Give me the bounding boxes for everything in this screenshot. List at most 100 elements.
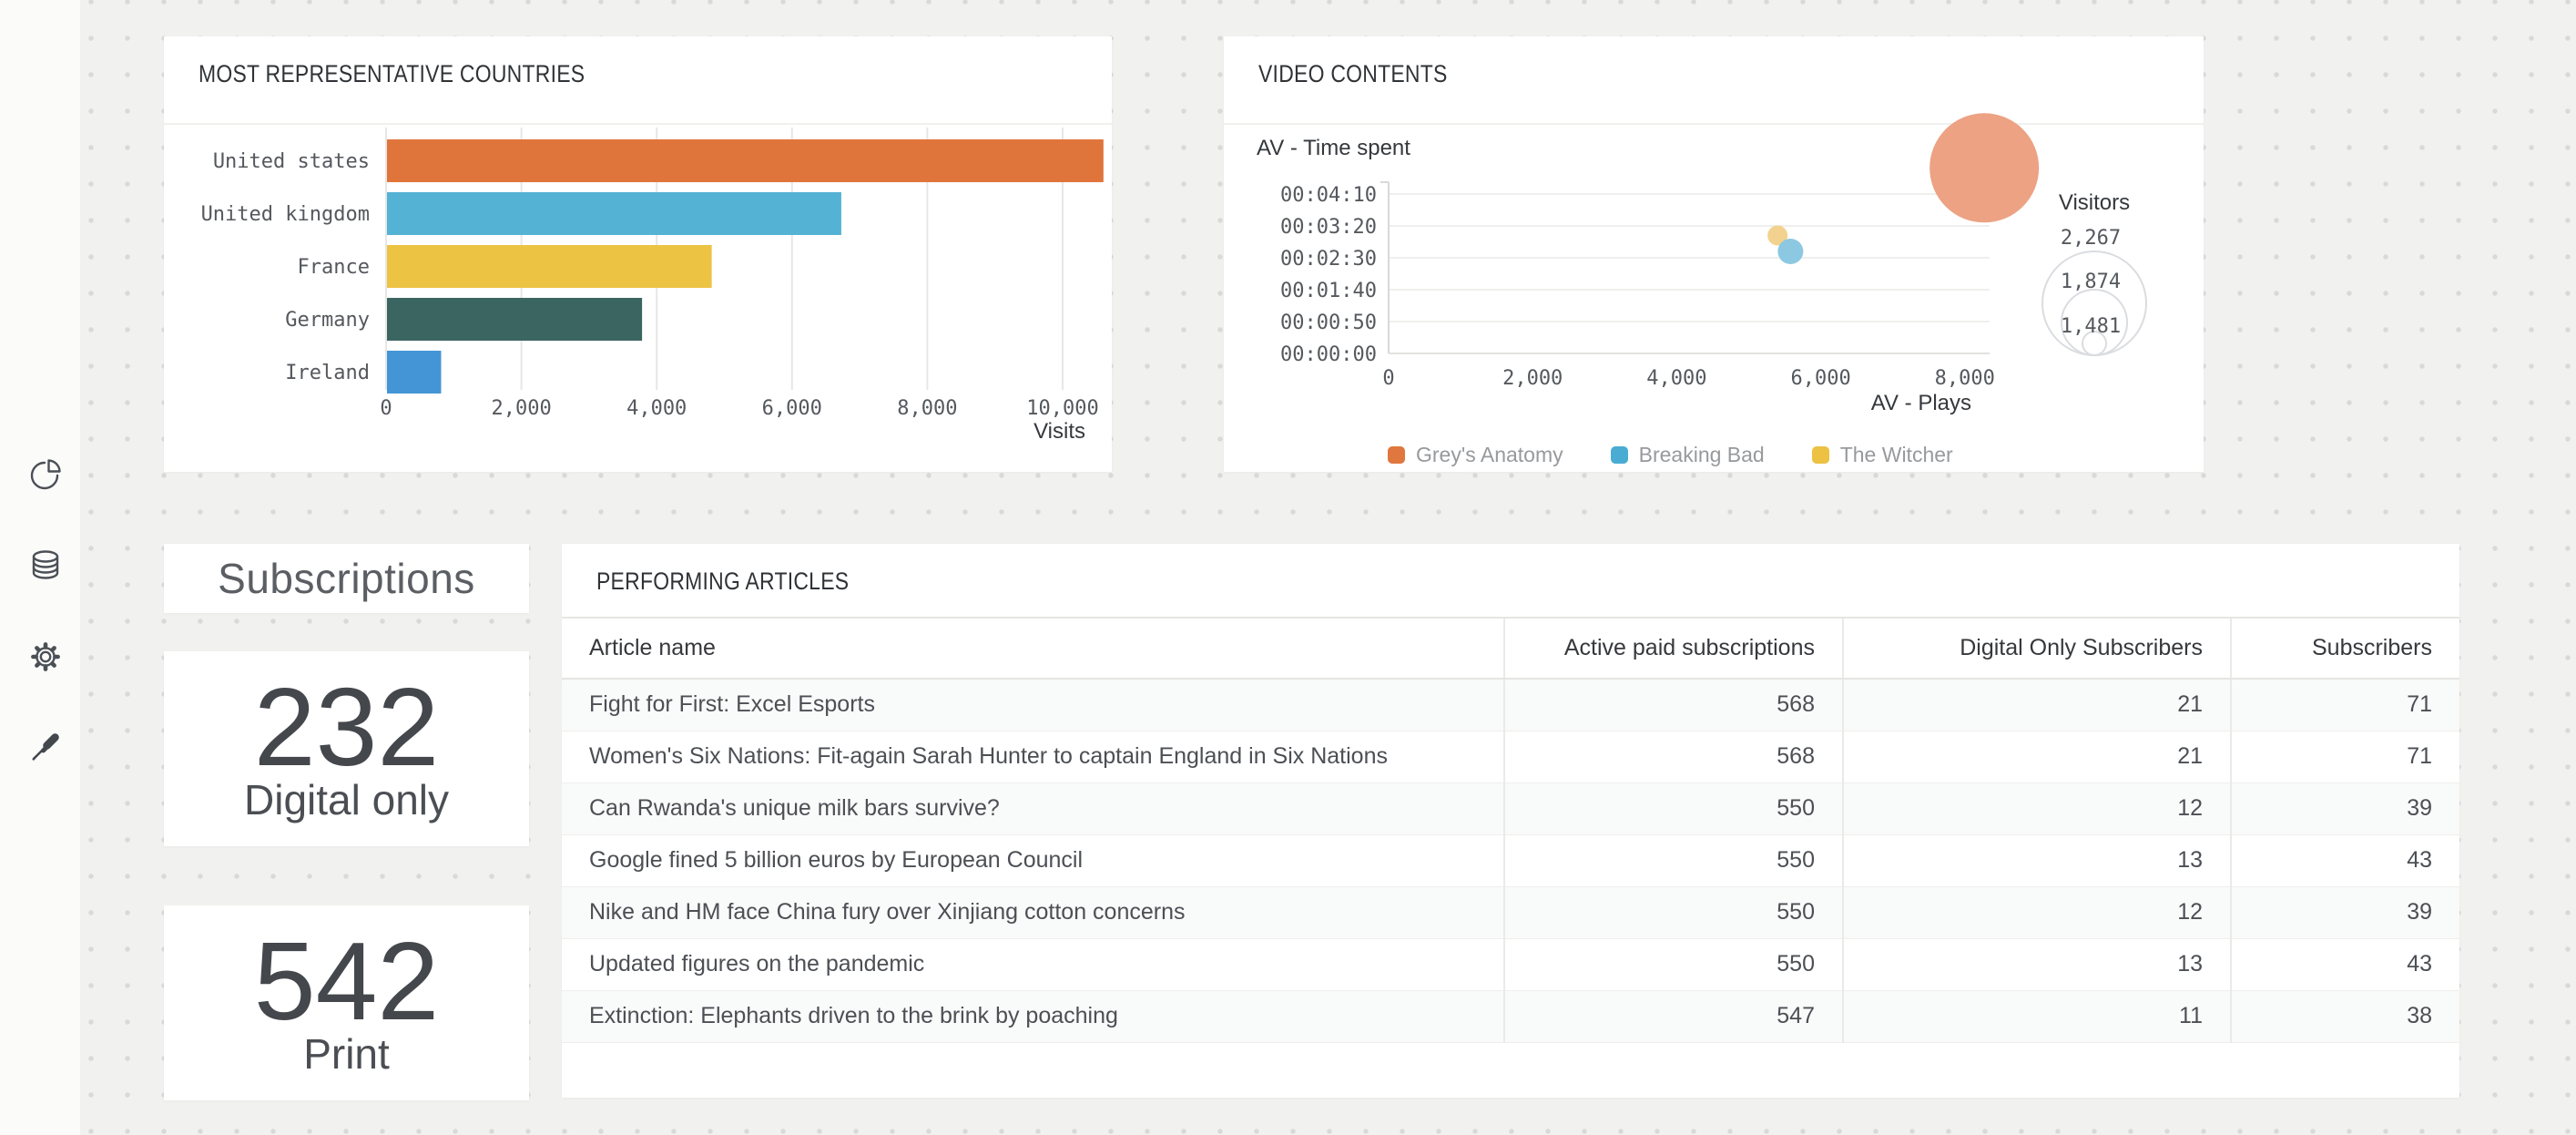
bar-x-tick-label: 0	[380, 397, 392, 420]
table-row: Can Rwanda's unique milk bars survive?55…	[562, 782, 2459, 834]
value-cell: 43	[2231, 834, 2459, 886]
bar-category-label: France	[298, 256, 370, 279]
column-header-digital-only-subscribers: Digital Only Subscribers	[1843, 618, 2231, 679]
bubble-y-tick-label: 00:01:40	[1280, 280, 1377, 302]
bubble-y-tick-label: 00:02:30	[1280, 248, 1377, 271]
bubble-grey-s-anatomy	[1929, 113, 2039, 222]
sidebar	[0, 0, 80, 1135]
value-cell: 39	[2231, 886, 2459, 938]
subscriptions-title-card: Subscriptions	[164, 544, 529, 613]
digital-only-label: Digital only	[244, 778, 449, 822]
bar-ireland	[387, 351, 441, 394]
digital-only-stat-card: 232 Digital only	[164, 651, 529, 846]
legend-swatch-icon	[1388, 446, 1405, 464]
value-cell: 550	[1504, 938, 1843, 990]
column-header-article-name: Article name	[562, 618, 1504, 679]
performing-articles-panel: PERFORMING ARTICLES Article nameActive p…	[562, 544, 2459, 1098]
size-legend-value: 1,874	[2061, 271, 2121, 293]
value-cell: 13	[1843, 834, 2231, 886]
value-cell: 568	[1504, 679, 1843, 731]
print-label: Print	[303, 1032, 390, 1076]
bubble-x-axis-title: AV - Plays	[1871, 391, 1971, 415]
database-icon	[28, 548, 63, 583]
value-cell: 71	[2231, 731, 2459, 782]
article-name-cell: Women's Six Nations: Fit-again Sarah Hun…	[562, 731, 1504, 782]
table-row: Women's Six Nations: Fit-again Sarah Hun…	[562, 731, 2459, 782]
value-cell: 21	[1843, 731, 2231, 782]
digital-only-value: 232	[254, 676, 440, 778]
bar-x-axis-title: Visits	[1033, 419, 1085, 444]
bar-category-label: Germany	[285, 309, 370, 332]
bar-x-tick-label: 6,000	[762, 397, 822, 420]
dashboard-canvas: MOST REPRESENTATIVE COUNTRIES 02,0004,00…	[0, 0, 2576, 1135]
bubble-y-axis-title: AV - Time spent	[1257, 136, 1410, 160]
bar-category-label: United kingdom	[201, 203, 370, 226]
countries-bar-chart: 0 2,000 4,000 6,000 8,000 10,000 United states…	[164, 36, 1112, 472]
legend-item-grey-s-anatomy[interactable]: Grey's Anatomy	[1388, 443, 1563, 467]
size-legend-title: Visitors	[2059, 190, 2130, 215]
legend-swatch-icon	[1611, 446, 1628, 464]
print-value: 542	[254, 930, 440, 1032]
subscriptions-title: Subscriptions	[218, 554, 475, 603]
article-name-cell: Updated figures on the pandemic	[562, 938, 1504, 990]
articles-table: Article nameActive paid subscriptionsDig…	[562, 617, 2459, 1043]
column-header-subscribers: Subscribers	[2231, 618, 2459, 679]
sidebar-item-theme[interactable]	[28, 730, 63, 764]
video-bubble-chart: 00:00:00 00:00:50 00:01:40 00:02:30 00:03:20…	[1224, 36, 2204, 472]
value-cell: 43	[2231, 938, 2459, 990]
value-cell: 550	[1504, 782, 1843, 834]
bubble-x-tick-label: 6,000	[1790, 367, 1850, 390]
bubble-chart-legend: Grey's Anatomy Breaking Bad The Witcher	[1388, 443, 1953, 467]
countries-panel: MOST REPRESENTATIVE COUNTRIES 02,0004,00…	[164, 36, 1112, 472]
value-cell: 13	[1843, 938, 2231, 990]
article-name-cell: Google fined 5 billion euros by European…	[562, 834, 1504, 886]
bubble-y-tick-label: 00:03:20	[1280, 216, 1377, 239]
size-legend-value: 1,481	[2061, 315, 2121, 338]
size-legend-circle	[2042, 251, 2146, 355]
bar-category-label: United states	[213, 150, 370, 173]
legend-label: Grey's Anatomy	[1416, 443, 1563, 467]
size-legend-value: 2,267	[2061, 227, 2121, 250]
sidebar-item-data[interactable]	[28, 548, 63, 583]
article-name-cell: Fight for First: Excel Esports	[562, 679, 1504, 731]
article-name-cell: Nike and HM face China fury over Xinjian…	[562, 886, 1504, 938]
bar-x-tick-label: 4,000	[626, 397, 687, 420]
table-row: Google fined 5 billion euros by European…	[562, 834, 2459, 886]
bar-x-tick-label: 8,000	[897, 397, 957, 420]
column-header-active-paid-subscriptions: Active paid subscriptions	[1504, 618, 1843, 679]
value-cell: 550	[1504, 886, 1843, 938]
legend-swatch-icon	[1812, 446, 1829, 464]
bubble-x-tick-label: 4,000	[1646, 367, 1706, 390]
bubble-y-tick-label: 00:00:50	[1280, 312, 1377, 334]
print-stat-card: 542 Print	[164, 905, 529, 1100]
bubble-x-tick-label: 2,000	[1502, 367, 1563, 390]
bar-x-tick-label: 2,000	[491, 397, 551, 420]
sidebar-item-settings[interactable]	[28, 639, 63, 674]
bubble-y-tick-label: 00:00:00	[1280, 343, 1377, 366]
articles-panel-title: PERFORMING ARTICLES	[596, 568, 849, 596]
bar-united-kingdom	[387, 192, 841, 235]
eyedropper-icon	[28, 730, 63, 764]
table-row: Fight for First: Excel Esports5682171	[562, 679, 2459, 731]
sidebar-item-charts[interactable]	[28, 457, 63, 492]
bar-category-label: Ireland	[285, 362, 370, 384]
value-cell: 547	[1504, 990, 1843, 1042]
bar-france	[387, 245, 712, 288]
article-name-cell: Can Rwanda's unique milk bars survive?	[562, 782, 1504, 834]
table-row: Extinction: Elephants driven to the brin…	[562, 990, 2459, 1042]
value-cell: 12	[1843, 886, 2231, 938]
bubble-y-tick-label: 00:04:10	[1280, 184, 1377, 207]
articles-table-header: Article nameActive paid subscriptionsDig…	[562, 618, 2459, 679]
bar-united-states	[387, 139, 1104, 182]
article-name-cell: Extinction: Elephants driven to the brin…	[562, 990, 1504, 1042]
video-contents-panel: VIDEO CONTENTS 00:00:0000:00:5000:01:400…	[1224, 36, 2204, 472]
value-cell: 71	[2231, 679, 2459, 731]
value-cell: 38	[2231, 990, 2459, 1042]
value-cell: 568	[1504, 731, 1843, 782]
table-row: Nike and HM face China fury over Xinjian…	[562, 886, 2459, 938]
gear-icon	[28, 639, 63, 674]
pie-chart-icon	[28, 457, 63, 492]
legend-item-the-witcher[interactable]: The Witcher	[1812, 443, 1953, 467]
legend-item-breaking-bad[interactable]: Breaking Bad	[1611, 443, 1765, 467]
bar-x-tick-label: 10,000	[1026, 397, 1098, 420]
